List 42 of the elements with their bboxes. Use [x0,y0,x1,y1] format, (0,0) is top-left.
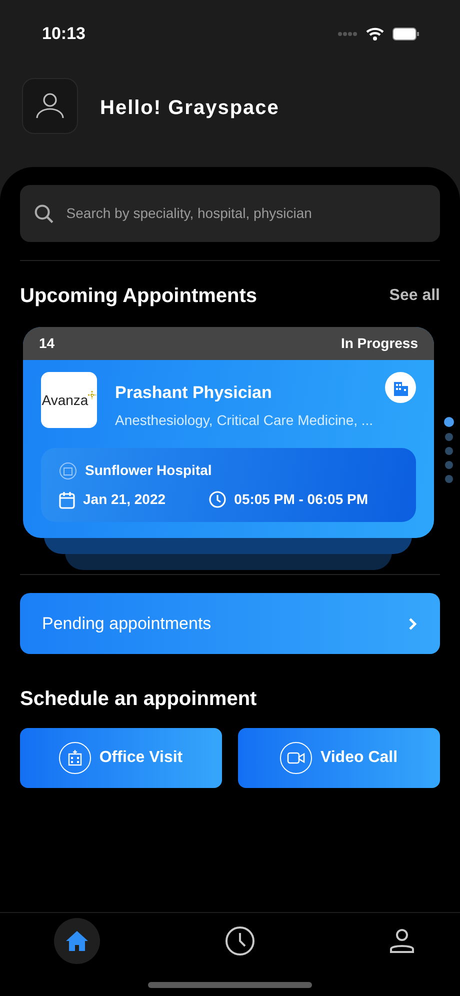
page-dot[interactable] [444,417,454,427]
cellular-signal-icon [338,32,358,36]
clock-icon [209,491,226,508]
nav-tab[interactable] [54,918,100,964]
section-title: Upcoming Appointments [20,284,258,309]
home-icon [65,930,89,952]
user-icon [35,93,65,119]
wifi-icon [366,27,384,41]
avatar[interactable] [22,78,78,134]
building-icon [385,372,416,403]
hospital-name: Sunflower Hospital [85,461,212,480]
hospital-icon [59,462,77,480]
hospital-icon [66,749,84,767]
sparkle-icon [88,391,96,399]
pending-appointments-button[interactable]: Pending appointments [20,593,440,654]
user-icon [389,928,415,954]
video-call-button[interactable]: Video Call [238,728,440,788]
page-dot[interactable] [445,447,453,455]
status-time: 10:13 [42,23,86,46]
clinic-logo: Avanza [41,372,97,428]
clock-icon [224,926,254,956]
search-icon [34,202,54,224]
status-label: In Progress [340,334,418,353]
section-title: Schedule an appoinment [20,687,258,712]
see-all-link[interactable]: See all [389,284,440,308]
specialities: Anesthesiology, Critical Care Medicine, ... [115,410,374,430]
page-dot[interactable] [445,433,453,441]
appointment-date: Jan 21, 2022 [83,490,166,509]
chevron-right-icon [408,616,418,630]
video-camera-icon [287,751,306,765]
search-bar[interactable]: Search by speciality, hospital, physician [20,185,440,242]
page-dot[interactable] [445,461,453,469]
office-visit-button[interactable]: Office Visit [20,728,222,788]
appointment-number: 14 [39,334,55,353]
page-dot[interactable] [445,475,453,483]
greeting: Hello! Grayspace [100,96,280,121]
calendar-icon [59,490,75,508]
search-field[interactable]: Search by speciality, hospital, physician [64,202,426,225]
appointment-time: 05:05 PM - 06:05 PM [234,490,368,509]
battery-icon [392,27,420,41]
physician-name: Prashant Physician [115,382,273,404]
appointment-card[interactable]: 14 In Progress Avanza Prashant Physician Anesthesiology, Critical Care Medicine, ... Sunflower Hospital Jan 21, 2022 05:05 PM - 06:05 PM [23,327,434,538]
